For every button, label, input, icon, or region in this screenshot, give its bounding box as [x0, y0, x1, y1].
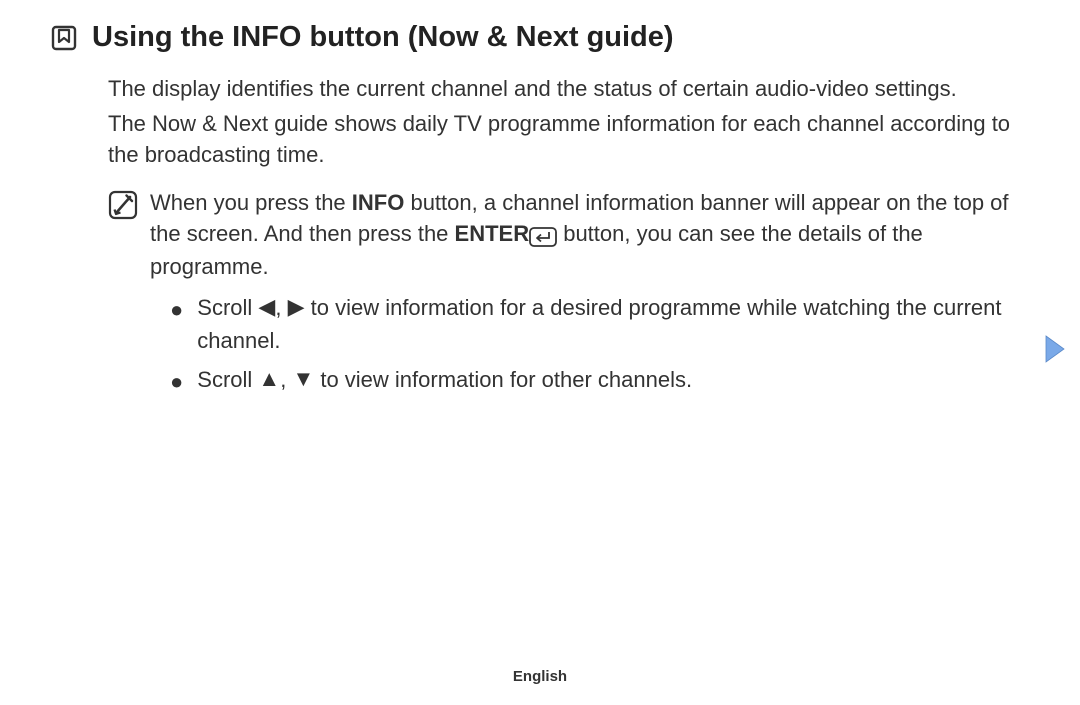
page-title: Using the INFO button (Now & Next guide): [92, 20, 674, 55]
paragraph-1: The display identifies the current chann…: [108, 73, 1030, 104]
bookmark-icon: [50, 24, 78, 52]
up-arrow-icon: ▲: [258, 363, 280, 394]
bullet-marker: ●: [170, 294, 183, 325]
next-page-button[interactable]: [1042, 333, 1068, 365]
enter-label: ENTER: [455, 221, 530, 246]
b2-pre: Scroll: [197, 367, 258, 392]
down-arrow-icon: ▼: [292, 363, 314, 394]
note-icon: [108, 190, 138, 220]
b2-post: to view information for other channels.: [314, 367, 692, 392]
bullet-2: ● Scroll ▲, ▼ to view information for ot…: [170, 364, 1030, 397]
bullet-2-text: Scroll ▲, ▼ to view information for othe…: [197, 364, 692, 397]
b1-pre: Scroll: [197, 295, 258, 320]
footer-language: English: [0, 668, 1080, 685]
bullet-1-text: Scroll ◀, ▶ to view information for a de…: [197, 292, 1030, 356]
enter-icon: [529, 219, 557, 250]
note-pre: When you press the: [150, 190, 352, 215]
bullet-marker: ●: [170, 366, 183, 397]
left-arrow-icon: ◀: [258, 291, 275, 322]
comma: ,: [280, 367, 292, 392]
bullet-1: ● Scroll ◀, ▶ to view information for a …: [170, 292, 1030, 356]
paragraph-2: The Now & Next guide shows daily TV prog…: [108, 108, 1030, 170]
title-row: Using the INFO button (Now & Next guide): [50, 20, 1030, 55]
note-block: When you press the INFO button, a channe…: [108, 187, 1030, 282]
bullet-list: ● Scroll ◀, ▶ to view information for a …: [170, 292, 1030, 397]
info-label: INFO: [352, 190, 405, 215]
comma: ,: [275, 295, 287, 320]
b1-post: to view information for a desired progra…: [197, 295, 1001, 353]
note-text: When you press the INFO button, a channe…: [150, 187, 1030, 282]
right-arrow-icon: ▶: [288, 291, 305, 322]
